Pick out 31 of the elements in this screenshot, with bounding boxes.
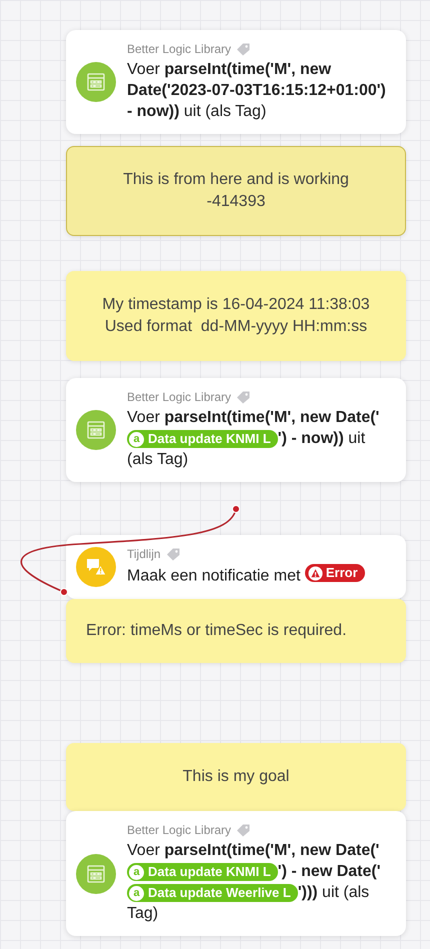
tag-icon — [236, 824, 250, 836]
card-text: Voer parseInt(time('M', new Date(' a Data update KNMI L ') - now)) uit (als Tag) — [127, 408, 380, 470]
note-card[interactable]: My timestamp is 16-04-2024 11:38:03 Used format dd-MM-yyyy HH:mm:ss — [66, 271, 406, 361]
calculator-icon — [76, 410, 116, 450]
calculator-icon — [76, 854, 116, 894]
tag-icon — [236, 42, 250, 56]
error-chip[interactable]: Error — [304, 564, 365, 582]
tag-icon — [166, 548, 180, 561]
card-category: Better Logic Library — [127, 823, 232, 837]
tag-icon — [236, 390, 250, 404]
card-text: Maak een notificatie met Error — [127, 564, 365, 587]
note-text: My timestamp is 16-04-2024 11:38:03 — [102, 295, 370, 315]
card-category: Better Logic Library — [127, 42, 232, 56]
warning-icon — [308, 566, 323, 581]
card-category: Tijdlijn — [127, 547, 161, 562]
card-text: Voer parseInt(time('M', new Date('2023-07-03T16:15:12+01:00') - now)) uit (als Tag) — [127, 60, 387, 122]
notification-warning-icon — [76, 547, 116, 587]
action-card[interactable]: Tijdlijn Maak een notificatie met Error — [66, 535, 406, 599]
note-text: This is from here and is working — [123, 170, 349, 190]
note-card[interactable]: Error: timeMs or timeSec is required. — [66, 599, 406, 663]
action-card[interactable]: Better Logic Library Voer parseInt(time('M', new Date('2023-07-03T16:15:12+01:00') - now)) uit (als Tag) — [66, 30, 406, 134]
note-card[interactable]: This is my goal — [66, 743, 406, 811]
note-text: Error: timeMs or timeSec is required. — [86, 621, 347, 641]
card-text: Voer parseInt(time('M', new Date(' a Data update KNMI L ') - new Date(' a Data update Weerlive L '))) uit (als Tag) — [127, 841, 382, 924]
note-text: This is my goal — [182, 767, 290, 787]
card-category: Better Logic Library — [127, 390, 232, 404]
action-card[interactable]: Better Logic Library Voer parseInt(time('M', new Date(' a Data update KNMI L ') - now)) uit (als Tag) — [66, 378, 406, 482]
note-card[interactable]: This is from here and is working -414393 — [66, 146, 406, 236]
calculator-icon — [76, 62, 116, 102]
note-text: -414393 — [206, 192, 266, 212]
note-text: Used format dd-MM-yyyy HH:mm:ss — [104, 317, 368, 337]
